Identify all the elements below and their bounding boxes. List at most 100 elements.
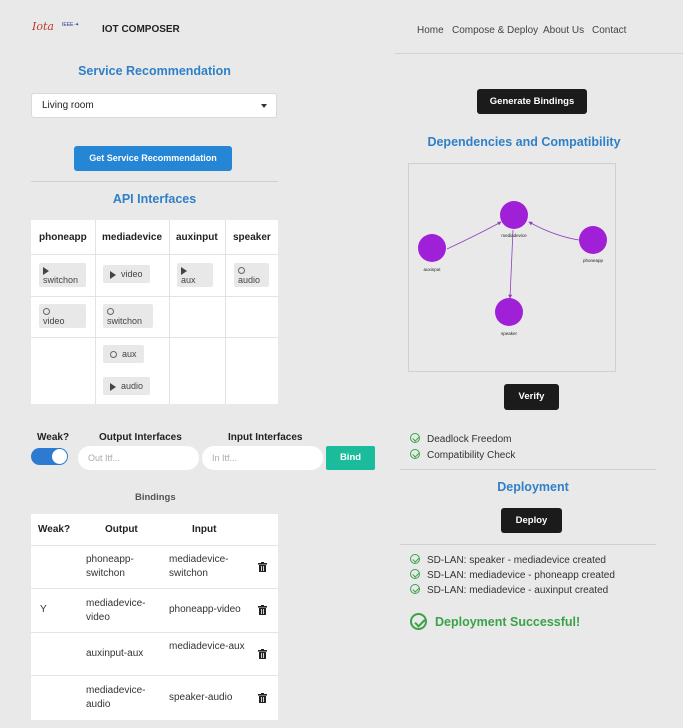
graph-node-phoneapp[interactable] [579,226,607,254]
get-service-recommendation-button[interactable]: Get Service Recommendation [74,146,232,171]
bind-button[interactable]: Bind [326,446,375,470]
binding-output: phoneapp-switchon [86,554,134,579]
graph-canvas: mediadevice auxinput phoneapp speaker [418,201,607,336]
trash-icon[interactable] [258,562,267,572]
column-header-auxinput: auxinput [176,232,218,243]
weak-toggle[interactable] [31,448,68,465]
column-header-mediadevice: mediadevice [102,232,163,243]
chip-label: switchon [43,275,79,285]
column-header-phoneapp: phoneapp [39,232,87,243]
play-icon [43,266,49,275]
interface-chip-mediadevice-audio[interactable]: audio [103,377,151,395]
service-recommendation-title: Service Recommendation [78,64,231,78]
table-column-divider [95,220,96,404]
chip-label: video [43,316,65,326]
circle-icon [43,308,50,316]
binding-input: speaker-audio [169,692,233,703]
interface-chip-mediadevice-video[interactable]: video [103,265,150,283]
output-interface-input[interactable]: Out Itf... [78,446,199,470]
toggle-knob [52,449,67,464]
play-icon [110,270,116,279]
trash-icon[interactable] [258,605,267,615]
deploy-log-item: SD-LAN: mediadevice - phoneapp created [410,569,615,581]
api-interfaces-table: phoneapp mediadevice auxinput speaker sw… [31,220,278,404]
table-row-divider [31,675,278,676]
check-circle-icon [410,569,420,579]
chip-label: switchon [107,316,143,326]
interface-chip-phoneapp-switchon[interactable]: switchon [39,263,86,287]
deployment-title: Deployment [497,480,569,494]
room-select-value: Living room [42,100,94,111]
binding-input: mediadevice-aux [169,641,245,652]
circle-icon [238,267,245,275]
check-circle-icon [410,554,420,564]
binding-weak: Y [40,604,47,615]
room-select[interactable]: Living room [31,93,277,118]
play-icon [110,382,116,391]
check-label: Compatibility Check [427,450,516,461]
logo[interactable]: Iota [32,20,60,34]
deploy-log-text: SD-LAN: mediadevice - phoneapp created [427,570,615,581]
graph-edge [446,221,502,250]
graph-node-speaker[interactable] [495,298,523,326]
binding-input: mediadevice-switchon [169,554,229,579]
deployment-success-message: Deployment Successful! [410,613,580,630]
navbar-divider [395,53,683,54]
graph-node-auxinput[interactable] [418,234,446,262]
deploy-log-text: SD-LAN: mediadevice - auxinput created [427,585,609,596]
graph-node-mediadevice[interactable] [500,201,528,229]
nav-home[interactable]: Home [417,25,444,36]
chip-label: aux [122,349,137,359]
brand-title[interactable]: IOT COMPOSER [102,24,180,35]
chip-label: aux [181,275,196,285]
nav-about-us[interactable]: About Us [543,25,584,36]
section-divider [400,469,656,470]
check-item-compatibility: Compatibility Check [410,449,515,461]
nav-contact[interactable]: Contact [592,25,626,36]
check-item-deadlock-freedom: Deadlock Freedom [410,433,511,445]
generate-bindings-button[interactable]: Generate Bindings [477,89,587,114]
table-row-divider [31,588,278,589]
graph-node-label: mediadevice [501,233,527,238]
play-icon [181,266,187,275]
table-row-divider [31,545,278,546]
output-interfaces-label: Output Interfaces [99,432,182,443]
graph-edge [528,221,580,241]
interface-chip-auxinput-aux[interactable]: aux [177,263,213,287]
interface-chip-mediadevice-switchon[interactable]: switchon [103,304,153,328]
circle-icon [107,308,114,316]
check-circle-icon [410,613,427,630]
table-row-divider [31,296,278,297]
table-row-divider [31,254,278,255]
logo-badge: IEEE·✦ [62,22,80,28]
interface-chip-speaker-audio[interactable]: audio [234,263,269,287]
verify-button[interactable]: Verify [504,384,559,410]
column-header-output: Output [105,524,138,535]
nav-compose-deploy[interactable]: Compose & Deploy [452,25,538,36]
graph-node-label: phoneapp [583,258,604,263]
interface-chip-phoneapp-video[interactable]: video [39,304,86,328]
interface-chip-mediadevice-aux[interactable]: aux [103,345,144,363]
section-divider [400,544,656,545]
trash-icon[interactable] [258,649,267,659]
chip-label: audio [238,275,261,285]
input-interfaces-label: Input Interfaces [228,432,303,443]
table-row-divider [31,632,278,633]
deploy-log-item: SD-LAN: speaker - mediadevice created [410,554,606,566]
api-interfaces-title: API Interfaces [112,192,197,206]
graph-node-label: auxinput [423,267,441,272]
deploy-button[interactable]: Deploy [501,508,562,533]
binding-input: phoneapp-video [169,604,241,615]
table-column-divider [225,220,226,404]
weak-label: Weak? [37,432,70,443]
chip-label: video [121,269,143,279]
binding-output: mediadevice-audio [86,685,146,710]
dependencies-title: Dependencies and Compatibility [427,135,621,149]
bindings-table: Weak? Output Input phoneapp-switchon med… [31,514,278,720]
check-circle-icon [410,584,420,594]
deploy-log-item: SD-LAN: mediadevice - auxinput created [410,584,608,596]
check-circle-icon [410,449,420,459]
input-interface-input[interactable]: In Itf... [202,446,323,470]
trash-icon[interactable] [258,693,267,703]
binding-output: auxinput-aux [86,648,144,659]
